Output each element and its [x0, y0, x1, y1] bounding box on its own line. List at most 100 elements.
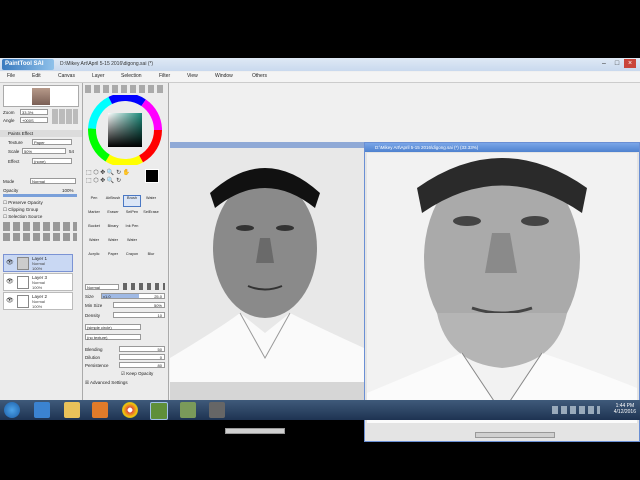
explorer-icon[interactable]	[64, 402, 80, 418]
app-icon[interactable]	[180, 402, 196, 418]
menu-layer[interactable]: Layer	[92, 73, 105, 79]
close-button[interactable]: ×	[624, 59, 636, 68]
brush-acrylic[interactable]: Acrylic	[85, 251, 103, 263]
density-label: Density	[85, 313, 101, 318]
sai-taskbar-icon[interactable]	[150, 402, 168, 420]
drawing-scrollbar[interactable]	[475, 432, 555, 438]
brush-marker[interactable]: Marker	[85, 209, 103, 221]
layer-item[interactable]: 👁 Layer 3 Normal 100%	[3, 273, 73, 291]
tool-panel: ⬚ ⬡ ✥ 🔍 ↻ ✋ ⬚ ⬡ ✥ 🔍 ↻ Pen AirBrush Brush …	[83, 83, 169, 400]
scale-slider[interactable]: 50%	[22, 148, 66, 154]
ie-icon[interactable]	[34, 402, 50, 418]
brush-inkpen[interactable]: Ink Pen	[123, 223, 141, 235]
window-title: D:\Mikey Art\April 5-15 2016\digong.sai …	[60, 61, 154, 67]
blend-mode-select[interactable]: Normal	[30, 178, 76, 184]
brush-selerase[interactable]: SelErase	[142, 209, 160, 221]
taskbar-clock[interactable]: 1:44 PM 4/12/2016	[614, 403, 636, 415]
start-button[interactable]	[4, 402, 20, 418]
layer-item[interactable]: 👁 Layer 1 Normal 100%	[3, 254, 73, 272]
density-slider[interactable]: 10	[113, 312, 165, 318]
app-logo: PaintTool SAI	[2, 59, 54, 70]
media-player-icon[interactable]	[92, 402, 108, 418]
brush-eraser[interactable]: Eraser	[104, 209, 122, 221]
navigator[interactable]	[3, 85, 79, 107]
dilution-label: Dilution	[85, 355, 101, 360]
drawing-canvas-title[interactable]: D:\Mikey Art\April 5-15 2016\digong.sai …	[365, 143, 639, 152]
effect-select[interactable]: (none)	[32, 158, 72, 164]
selection-source-checkbox[interactable]: ☐ Selection Source	[3, 214, 42, 220]
menu-edit[interactable]: Edit	[32, 73, 41, 79]
minimize-button[interactable]: –	[598, 59, 610, 68]
drawing-art	[367, 153, 637, 423]
brush-water-2[interactable]: Water	[85, 237, 103, 249]
menu-filter[interactable]: Filter	[159, 73, 170, 79]
eye-icon[interactable]: 👁	[6, 297, 14, 305]
zoom-field[interactable]: 33.3%	[20, 109, 48, 115]
brush-water-3[interactable]: Water	[104, 237, 122, 249]
menu-window[interactable]: Window	[215, 73, 233, 79]
opacity-slider[interactable]	[3, 194, 77, 197]
brush-water[interactable]: Water	[142, 195, 160, 207]
brush-brush[interactable]: Brush	[123, 195, 141, 207]
scale-number: 54	[69, 149, 75, 154]
brush-pen[interactable]: Pen	[85, 195, 103, 207]
paint-effect-header[interactable]: Paints Effect	[0, 130, 82, 137]
blending-slider[interactable]: 50	[119, 346, 165, 352]
menu-canvas[interactable]: Canvas	[58, 73, 75, 79]
mode-label: Mode	[3, 179, 15, 184]
recorder-icon[interactable]	[209, 402, 225, 418]
clipping-group-checkbox[interactable]: ☐ Clipping Group	[3, 207, 38, 213]
preserve-opacity-checkbox[interactable]: ☐ Preserve Opacity	[3, 200, 43, 206]
dilution-slider[interactable]: 0	[119, 354, 165, 360]
brush-bucket[interactable]: Bucket	[85, 223, 103, 235]
menu-selection[interactable]: Selection	[121, 73, 142, 79]
primary-color-swatch[interactable]	[145, 169, 159, 183]
brush-shape-buttons[interactable]	[123, 283, 165, 290]
nav-buttons[interactable]	[52, 109, 78, 124]
layer-thumbnail	[17, 276, 29, 289]
brush-water-4[interactable]: Water	[123, 237, 141, 249]
size-label: Size	[85, 294, 94, 299]
advanced-settings-toggle[interactable]: ☒ Advanced Settings	[85, 380, 128, 386]
zoom-label: Zoom	[3, 110, 15, 115]
tool-icons[interactable]: ⬚ ⬡ ✥ 🔍 ↻ ✋ ⬚ ⬡ ✥ 🔍 ↻	[86, 169, 142, 189]
brush-blur[interactable]: Blur	[142, 251, 160, 263]
effect-label: Effect	[8, 159, 20, 164]
brush-paper[interactable]: Paper	[104, 251, 122, 263]
persistence-slider[interactable]: 80	[119, 362, 165, 368]
brush-crayon[interactable]: Crayon	[123, 251, 141, 263]
size-slider[interactable]: x1.0 25.0	[101, 293, 165, 299]
layer-toolbar-2[interactable]	[3, 233, 77, 241]
color-wheel[interactable]	[87, 95, 163, 165]
keep-opacity-checkbox[interactable]: ☑ Keep Opacity	[121, 371, 153, 377]
min-size-slider[interactable]: 50%	[113, 302, 165, 308]
eye-icon[interactable]: 👁	[6, 278, 14, 286]
texture-select[interactable]: Paper	[32, 139, 72, 145]
brush-airbrush[interactable]: AirBrush	[104, 195, 122, 207]
eye-icon[interactable]: 👁	[6, 259, 14, 267]
navigator-thumbnail	[32, 88, 50, 105]
system-tray-icons[interactable]	[552, 406, 600, 414]
menu-others[interactable]: Others	[252, 73, 267, 79]
color-mode-tabs[interactable]	[85, 85, 165, 93]
chrome-icon[interactable]	[122, 402, 138, 418]
reference-photo	[170, 148, 364, 382]
brush-shape-select[interactable]: (simple circle)	[85, 324, 141, 330]
scale-label: Scale	[8, 149, 20, 154]
drawing-canvas[interactable]: D:\Mikey Art\April 5-15 2016\digong.sai …	[364, 142, 640, 442]
maximize-button[interactable]: □	[611, 59, 623, 68]
reference-scrollbar[interactable]	[225, 428, 285, 434]
brush-mode-select[interactable]: Normal	[85, 284, 119, 290]
brush-selpen[interactable]: SelPen	[123, 209, 141, 221]
layer-item[interactable]: 👁 Layer 2 Normal 100%	[3, 292, 73, 310]
angle-field[interactable]: +000S	[20, 117, 48, 123]
layer-thumbnail	[17, 257, 29, 270]
angle-label: Angle	[3, 118, 15, 123]
menu-view[interactable]: View	[187, 73, 198, 79]
brush-texture-select[interactable]: (no texture)	[85, 334, 141, 340]
layer-opacity: 100%	[32, 266, 43, 271]
layer-toolbar[interactable]	[3, 222, 77, 231]
reference-canvas[interactable]	[170, 142, 364, 434]
brush-binary[interactable]: Binary	[104, 223, 122, 235]
menu-file[interactable]: File	[7, 73, 15, 79]
